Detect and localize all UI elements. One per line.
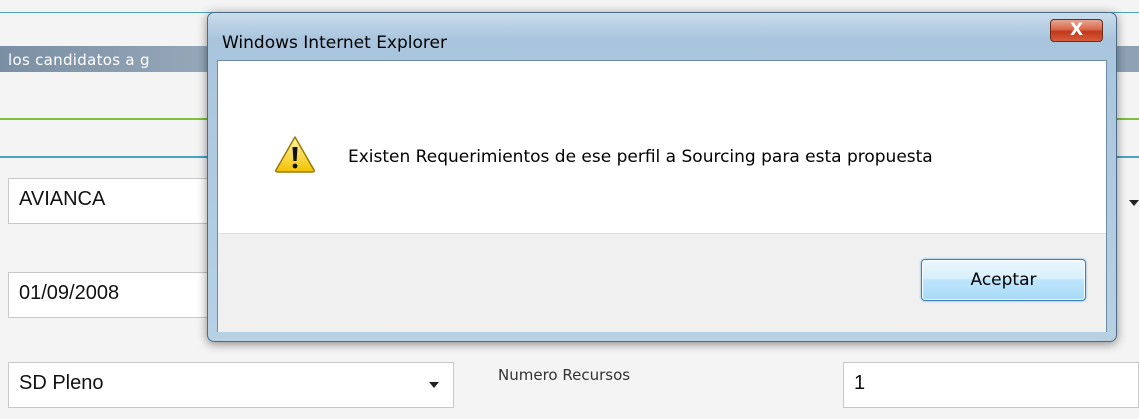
profile-select-value: SD Pleno	[19, 372, 104, 394]
dialog-title: Windows Internet Explorer	[222, 33, 447, 53]
client-select-value: AVIANCA	[19, 188, 106, 210]
close-button[interactable]: X	[1050, 19, 1103, 42]
warning-icon	[275, 136, 315, 173]
resources-label: Numero Recursos	[498, 366, 631, 384]
alert-dialog: Windows Internet Explorer X Existen Requ…	[207, 12, 1117, 342]
resources-input-value: 1	[854, 372, 866, 394]
resources-input[interactable]: 1	[843, 362, 1139, 408]
chevron-down-icon	[429, 382, 439, 388]
dialog-body: Existen Requerimientos de ese perfil a S…	[217, 60, 1107, 332]
dialog-message: Existen Requerimientos de ese perfil a S…	[348, 147, 933, 167]
client-select[interactable]: AVIANCA	[8, 178, 238, 224]
date-input[interactable]: 01/09/2008	[8, 272, 238, 318]
close-icon: X	[1069, 20, 1084, 40]
banner-text: los candidatos a g	[8, 51, 150, 69]
date-input-value: 01/09/2008	[19, 282, 120, 304]
client-select-arrow-icon[interactable]	[1129, 200, 1139, 206]
profile-select[interactable]: SD Pleno	[8, 362, 454, 408]
ok-button[interactable]: Aceptar	[921, 259, 1086, 301]
